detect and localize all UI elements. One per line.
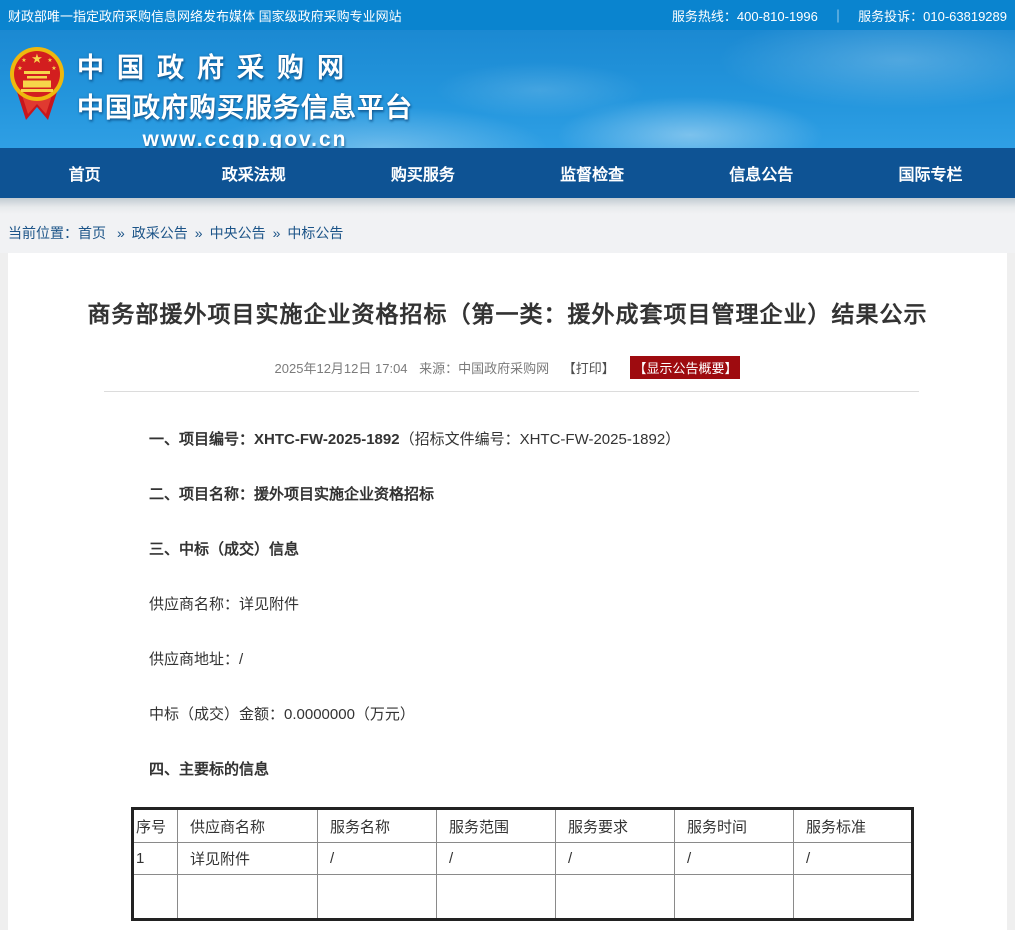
logo-text: 中国政府采购网 中国政府购买服务信息平台 www.ccgp.gov.cn <box>77 46 413 148</box>
nav-item-announcements[interactable]: 信息公告 <box>677 148 846 198</box>
svg-text:★: ★ <box>17 65 22 72</box>
topbar-separator: ｜ <box>832 9 845 24</box>
paragraph-bold-text: 一、项目编号：XHTC-FW-2025-1892 <box>149 431 400 448</box>
paragraph-award-info-heading: 三、中标（成交）信息 <box>149 539 917 560</box>
svg-text:★: ★ <box>31 51 43 66</box>
paragraph-regular-text: 中标（成交）金额：0.0000000（万元） <box>149 706 415 723</box>
show-summary-button[interactable]: 【显示公告概要】 <box>630 356 740 379</box>
table-cell <box>556 875 675 920</box>
breadcrumb-link-award-notices[interactable]: 中标公告 <box>287 225 343 241</box>
paragraph-bold-text: 二、项目名称：援外项目实施企业资格招标 <box>149 486 434 503</box>
page-title: 商务部援外项目实施企业资格招标（第一类：援外成套项目管理企业）结果公示 <box>8 253 1007 329</box>
site-subtitle: 中国政府购买服务信息平台 <box>77 86 413 125</box>
breadcrumb-separator: » <box>117 225 125 241</box>
table-cell: 详见附件 <box>178 843 318 875</box>
breadcrumb-link-central-notices[interactable]: 中央公告 <box>210 225 266 241</box>
paragraph-regular-text: 供应商名称：详见附件 <box>149 596 299 613</box>
nav-item-international[interactable]: 国际专栏 <box>846 148 1015 198</box>
table-cell <box>178 875 318 920</box>
article-body: 一、项目编号：XHTC-FW-2025-1892（招标文件编号：XHTC-FW-… <box>8 429 1007 780</box>
breadcrumb: 当前位置：首页 » 政采公告 » 中央公告 » 中标公告 <box>0 198 1015 253</box>
article-card: 商务部援外项目实施企业资格招标（第一类：援外成套项目管理企业）结果公示 2025… <box>8 253 1007 930</box>
nav-item-purchase-services[interactable]: 购买服务 <box>338 148 507 198</box>
table-cell: / <box>675 843 794 875</box>
table-cell <box>133 875 178 920</box>
table-row: 1 详见附件 / / / / / <box>133 843 913 875</box>
site-logo[interactable]: ★ ★ ★ ★ ★ 中国政府采购网 中国政府购买服务信息平台 www.ccgp.… <box>9 46 413 148</box>
svg-text:★: ★ <box>21 57 26 64</box>
article-source: 来源：中国政府采购网 <box>419 361 549 376</box>
topbar: 财政部唯一指定政府采购信息网络发布媒体 国家级政府采购专业网站 服务热线：400… <box>0 0 1015 30</box>
service-hotline: 服务热线：400-810-1996 <box>672 9 818 24</box>
table-cell: / <box>437 843 556 875</box>
publish-datetime: 2025年12月12日 17:04 <box>275 361 408 376</box>
table-cell <box>318 875 437 920</box>
paragraph-supplier-name: 供应商名称：详见附件 <box>149 594 917 615</box>
table-cell: 1 <box>133 843 178 875</box>
nav-item-home[interactable]: 首页 <box>0 148 169 198</box>
table-cell <box>437 875 556 920</box>
table-cell: / <box>556 843 675 875</box>
nav-item-regulations[interactable]: 政采法规 <box>169 148 338 198</box>
paragraph-project-number: 一、项目编号：XHTC-FW-2025-1892（招标文件编号：XHTC-FW-… <box>149 429 917 450</box>
paragraph-subject-info-heading: 四、主要标的信息 <box>149 759 917 780</box>
paragraph-regular-text: 供应商地址：/ <box>149 651 243 668</box>
table-cell: / <box>318 843 437 875</box>
paragraph-award-amount: 中标（成交）金额：0.0000000（万元） <box>149 704 917 725</box>
svg-text:★: ★ <box>51 65 56 72</box>
breadcrumb-link-procurement-notices[interactable]: 政采公告 <box>132 225 188 241</box>
paragraph-bold-text: 三、中标（成交）信息 <box>149 541 299 558</box>
nav-item-supervision[interactable]: 监督检查 <box>508 148 677 198</box>
site-header: ★ ★ ★ ★ ★ 中国政府采购网 中国政府购买服务信息平台 www.ccgp.… <box>0 30 1015 148</box>
topbar-slogan: 财政部唯一指定政府采购信息网络发布媒体 国家级政府采购专业网站 <box>8 6 402 25</box>
paragraph-bold-text: 四、主要标的信息 <box>149 761 269 778</box>
table-cell <box>675 875 794 920</box>
print-button[interactable]: 【打印】 <box>563 361 615 376</box>
column-header-service-requirement: 服务要求 <box>556 809 675 843</box>
table-cell <box>794 875 913 920</box>
svg-text:★: ★ <box>47 57 52 64</box>
table-cell: / <box>794 843 913 875</box>
site-name: 中国政府采购网 <box>77 46 413 85</box>
site-url: www.ccgp.gov.cn <box>77 128 413 148</box>
table-header-row: 序号 供应商名称 服务名称 服务范围 服务要求 服务时间 服务标准 <box>133 809 913 843</box>
main-nav: 首页 政采法规 购买服务 监督检查 信息公告 国际专栏 <box>0 148 1015 198</box>
column-header-service-time: 服务时间 <box>675 809 794 843</box>
breadcrumb-prefix: 当前位置： <box>8 225 78 241</box>
column-header-service-name: 服务名称 <box>318 809 437 843</box>
breadcrumb-separator: » <box>273 225 281 241</box>
breadcrumb-link-home[interactable]: 首页 <box>78 225 106 241</box>
column-header-service-scope: 服务范围 <box>437 809 556 843</box>
subject-info-table: 序号 供应商名称 服务名称 服务范围 服务要求 服务时间 服务标准 1 详见附件… <box>131 807 914 921</box>
national-emblem-icon: ★ ★ ★ ★ ★ <box>9 46 65 126</box>
breadcrumb-separator: » <box>195 225 203 241</box>
article-meta: 2025年12月12日 17:04 来源：中国政府采购网 【打印】 【显示公告概… <box>8 356 1007 379</box>
table-row <box>133 875 913 920</box>
service-complaint: 服务投诉：010-63819289 <box>858 9 1007 24</box>
meta-divider <box>104 391 919 392</box>
topbar-contacts: 服务热线：400-810-1996 ｜ 服务投诉：010-63819289 <box>662 6 1007 25</box>
paragraph-project-name: 二、项目名称：援外项目实施企业资格招标 <box>149 484 917 505</box>
paragraph-supplier-address: 供应商地址：/ <box>149 649 917 670</box>
paragraph-regular-text: （招标文件编号：XHTC-FW-2025-1892） <box>400 431 681 448</box>
column-header-seq: 序号 <box>133 809 178 843</box>
column-header-service-standard: 服务标准 <box>794 809 913 843</box>
column-header-supplier: 供应商名称 <box>178 809 318 843</box>
